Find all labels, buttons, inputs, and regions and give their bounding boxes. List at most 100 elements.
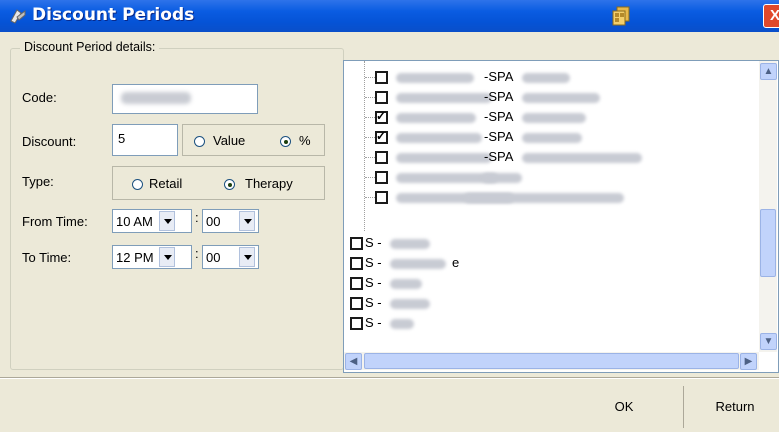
therapy-radio-label: Therapy	[245, 176, 293, 191]
redacted-name	[522, 113, 586, 123]
tree-item-suffix: -SPA	[484, 129, 514, 144]
to-minute-value: 00	[206, 250, 221, 265]
tree-child-row[interactable]: -SPA	[344, 88, 754, 108]
to-hour-select[interactable]: 12 PM	[112, 245, 192, 269]
code-value-redacted	[121, 92, 191, 104]
redacted-name	[390, 279, 422, 289]
tree-checkbox[interactable]	[375, 71, 388, 84]
redacted-code	[396, 113, 476, 123]
percent-radio[interactable]	[280, 136, 291, 147]
tree-connector	[365, 117, 375, 118]
tree-checkbox[interactable]	[375, 191, 388, 204]
tree-item-prefix: S -	[365, 315, 382, 330]
tree-item-suffix: -SPA	[484, 89, 514, 104]
value-radio[interactable]	[194, 136, 205, 147]
discount-mode-group: Value %	[182, 124, 325, 156]
horizontal-scrollbar[interactable]: ◀ ▶	[344, 352, 759, 370]
vertical-scroll-thumb[interactable]	[760, 209, 776, 277]
redacted-name	[522, 93, 600, 103]
code-field[interactable]	[112, 84, 258, 114]
close-button[interactable]: X	[763, 4, 779, 28]
tree-root-row[interactable]: S -	[344, 294, 754, 314]
redacted-name	[522, 73, 570, 83]
tree-connector	[365, 137, 375, 138]
tree-root-row[interactable]: S -	[344, 314, 754, 334]
tree-root-row[interactable]: S -	[344, 234, 754, 254]
tree-connector	[365, 97, 375, 98]
tree-item-tail: e	[452, 255, 460, 270]
chevron-down-icon[interactable]	[159, 247, 175, 267]
footer-divider	[0, 377, 779, 379]
tree-checkbox[interactable]	[350, 297, 363, 310]
tree-root-row[interactable]: S -e	[344, 254, 754, 274]
tree-checkbox[interactable]	[375, 171, 388, 184]
tree-item-suffix: -SPA	[484, 69, 514, 84]
redacted-code	[396, 153, 492, 163]
tree-checkbox[interactable]	[375, 129, 388, 144]
redacted-name	[390, 299, 430, 309]
time-separator: :	[195, 246, 199, 261]
code-label: Code:	[22, 90, 57, 105]
tree-checkbox[interactable]	[350, 257, 363, 270]
from-minute-select[interactable]: 00	[202, 209, 259, 233]
chevron-down-icon[interactable]	[159, 211, 175, 231]
redacted-name	[390, 259, 446, 269]
tree-child-row[interactable]: -SPA	[344, 108, 754, 128]
tree-checkbox[interactable]	[375, 109, 388, 124]
tree-child-row[interactable]	[344, 188, 754, 208]
to-minute-select[interactable]: 00	[202, 245, 259, 269]
chevron-down-icon[interactable]	[239, 247, 255, 267]
discount-field[interactable]: 5	[112, 124, 178, 156]
tree-checkbox[interactable]	[350, 277, 363, 290]
to-time-label: To Time:	[22, 250, 72, 265]
return-button[interactable]: Return	[700, 388, 770, 426]
tree-item-suffix: -SPA	[484, 109, 514, 124]
tree-item-suffix: -SPA	[484, 149, 514, 164]
retail-radio[interactable]	[132, 179, 143, 190]
scroll-up-icon[interactable]: ▲	[760, 63, 777, 80]
button-divider	[683, 386, 684, 428]
therapy-radio[interactable]	[224, 179, 235, 190]
tree-checkbox[interactable]	[350, 237, 363, 250]
tree-child-row[interactable]	[344, 168, 754, 188]
vertical-scrollbar[interactable]: ▲ ▼	[759, 61, 777, 352]
from-hour-value: 10 AM	[116, 214, 153, 229]
scroll-down-icon[interactable]: ▼	[760, 333, 777, 350]
app-icon	[10, 9, 26, 24]
tree-item-prefix: S -	[365, 255, 382, 270]
tree-connector	[365, 197, 375, 198]
window-title: Discount Periods	[32, 5, 195, 25]
redacted-name	[390, 239, 430, 249]
tree-checkbox[interactable]	[375, 91, 388, 104]
value-radio-label: Value	[213, 133, 246, 148]
tree-item-prefix: S -	[365, 295, 382, 310]
from-hour-select[interactable]: 10 AM	[112, 209, 192, 233]
tree-checkbox[interactable]	[375, 151, 388, 164]
tree-child-row[interactable]: -SPA	[344, 128, 754, 148]
type-label: Type:	[22, 174, 54, 189]
tree-connector	[365, 177, 375, 178]
percent-radio-label: %	[299, 133, 311, 148]
title-bar[interactable]: Discount Periods X	[0, 0, 779, 32]
treatment-tree[interactable]: -SPA -SPA -SPA -SPA -SPA S - S - e S - S - S - ▲ ▼…	[343, 60, 779, 373]
from-time-label: From Time:	[22, 214, 88, 229]
tree-root-row[interactable]: S -	[344, 274, 754, 294]
tree-child-row[interactable]: -SPA	[344, 68, 754, 88]
chevron-down-icon[interactable]	[239, 211, 255, 231]
scroll-right-icon[interactable]: ▶	[740, 353, 757, 370]
tree-item-prefix: S -	[365, 275, 382, 290]
from-minute-value: 00	[206, 214, 221, 229]
redacted-name	[390, 319, 414, 329]
horizontal-scroll-thumb[interactable]	[364, 353, 739, 369]
tree-checkbox[interactable]	[350, 317, 363, 330]
time-separator: :	[195, 210, 199, 225]
tree-item-prefix: S -	[365, 235, 382, 250]
windows-icon[interactable]	[610, 5, 632, 27]
ok-button[interactable]: OK	[594, 388, 654, 426]
to-hour-value: 12 PM	[116, 250, 154, 265]
redacted-name	[482, 173, 522, 183]
scroll-left-icon[interactable]: ◀	[345, 353, 362, 370]
type-group: Retail Therapy	[112, 166, 325, 200]
redacted-code	[396, 133, 482, 143]
tree-child-row[interactable]: -SPA	[344, 148, 754, 168]
